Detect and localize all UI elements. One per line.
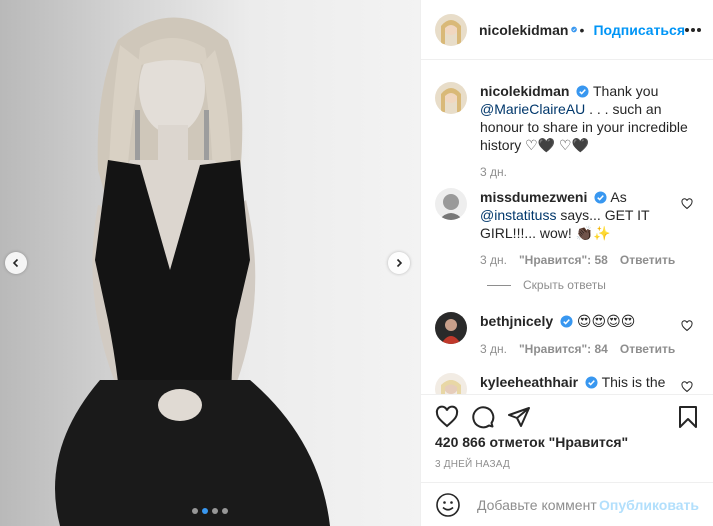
heart-icon[interactable] bbox=[681, 381, 693, 393]
carousel-prev-button[interactable] bbox=[5, 252, 27, 274]
likes-count[interactable]: 420 866 отметок "Нравится" bbox=[435, 434, 628, 450]
post-photo[interactable] bbox=[0, 0, 420, 526]
post-date[interactable]: 3 ДНЕЙ НАЗАД bbox=[435, 459, 510, 470]
caption: nicolekidman Thank you @MarieClaireAU . … bbox=[435, 82, 701, 181]
heart-icon[interactable] bbox=[681, 320, 693, 332]
comment-username[interactable]: kyleeheathhair bbox=[480, 374, 578, 390]
comment-item: kyleeheathhair This is the bbox=[435, 373, 701, 394]
post-actions bbox=[421, 394, 713, 435]
portrait-photo bbox=[55, 17, 330, 526]
caption-text-start: Thank you bbox=[593, 83, 659, 99]
comment-text: This is the bbox=[601, 374, 666, 390]
verified-badge-icon bbox=[576, 85, 589, 98]
reply-button[interactable]: Ответить bbox=[620, 340, 675, 358]
author-avatar[interactable] bbox=[435, 13, 467, 46]
post-header: nicolekidman • Подписаться bbox=[421, 0, 713, 60]
comment-bubble-icon[interactable] bbox=[471, 405, 495, 429]
carousel-dot bbox=[192, 508, 198, 514]
verified-badge-icon bbox=[560, 315, 573, 328]
commenter-avatar[interactable] bbox=[435, 312, 467, 344]
comment-username[interactable]: bethjnicely bbox=[480, 313, 553, 329]
reply-button[interactable]: Ответить bbox=[620, 251, 675, 269]
comment-item: bethjnicely 😍😍😍😍 3 дн. "Нравится": 84 От… bbox=[435, 312, 701, 358]
comment-time[interactable]: 3 дн. bbox=[480, 340, 507, 358]
hide-replies-label: Скрыть ответы bbox=[523, 278, 606, 292]
like-heart-icon[interactable] bbox=[435, 405, 459, 429]
comment-text: 😍😍😍😍 bbox=[576, 313, 636, 329]
follow-button[interactable]: Подписаться bbox=[593, 22, 685, 38]
comment-mention[interactable]: @instatituss bbox=[480, 207, 556, 223]
caption-time[interactable]: 3 дн. bbox=[480, 163, 507, 181]
caption-mention[interactable]: @MarieClaireAU bbox=[480, 101, 585, 117]
heart-icon[interactable] bbox=[681, 198, 693, 210]
comment-username[interactable]: missdumezweni bbox=[480, 189, 587, 205]
carousel-indicator bbox=[0, 508, 420, 514]
verified-badge-icon bbox=[585, 376, 598, 389]
commenter-avatar[interactable] bbox=[435, 188, 467, 220]
carousel-dot bbox=[212, 508, 218, 514]
emoji-icon[interactable] bbox=[435, 492, 461, 518]
instagram-post: nicolekidman • Подписаться nicolekidman … bbox=[0, 0, 713, 526]
more-options-icon[interactable] bbox=[685, 27, 701, 32]
verified-badge-icon bbox=[571, 26, 578, 33]
share-paper-plane-icon[interactable] bbox=[507, 405, 531, 429]
chevron-left-icon bbox=[12, 258, 19, 268]
comment-time[interactable]: 3 дн. bbox=[480, 251, 507, 269]
author-avatar[interactable] bbox=[435, 82, 467, 114]
hide-replies-button[interactable]: Скрыть ответы bbox=[487, 278, 606, 292]
comment-input[interactable] bbox=[475, 495, 600, 514]
author-username[interactable]: nicolekidman bbox=[479, 22, 568, 38]
commenter-avatar[interactable] bbox=[435, 373, 467, 394]
publish-button[interactable]: Опубликовать bbox=[599, 497, 699, 513]
comment-likes[interactable]: "Нравится": 84 bbox=[519, 340, 608, 358]
chevron-right-icon bbox=[396, 258, 403, 268]
caption-username[interactable]: nicolekidman bbox=[480, 83, 569, 99]
bookmark-icon[interactable] bbox=[677, 405, 699, 429]
verified-badge-icon bbox=[594, 191, 607, 204]
comment-likes[interactable]: "Нравится": 58 bbox=[519, 251, 608, 269]
comments-list: nicolekidman Thank you @MarieClaireAU . … bbox=[421, 60, 713, 394]
carousel-dot bbox=[202, 508, 208, 514]
comment-text-start: As bbox=[610, 189, 627, 205]
comment-item: missdumezweni As @instatituss says... GE… bbox=[435, 188, 701, 269]
add-comment-bar: Опубликовать bbox=[421, 482, 713, 526]
carousel-next-button[interactable] bbox=[388, 252, 410, 274]
post-details-panel: nicolekidman • Подписаться nicolekidman … bbox=[420, 0, 713, 526]
carousel-dot bbox=[222, 508, 228, 514]
